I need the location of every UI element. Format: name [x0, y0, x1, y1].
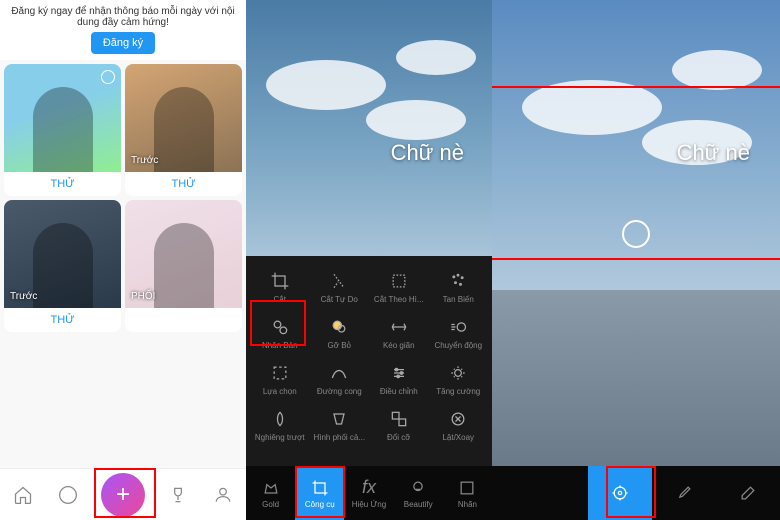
home-panel: Đăng ký ngay để nhận thông báo mỗi ngày …: [0, 0, 246, 520]
canvas-preview[interactable]: Chữ nè: [492, 0, 780, 466]
clone-cursor-icon[interactable]: [622, 220, 650, 248]
try-label: THỬ: [125, 172, 242, 196]
editor-panel: Chữ nè Cắt Cắt Tự Do Cắt Theo Hì... Tan …: [246, 0, 492, 520]
promo-text: Đăng ký ngay để nhận thông báo mỗi ngày …: [10, 6, 236, 28]
tab-bar: Gold Công cụ fxHiệu Ứng Beautify Nhãn: [246, 466, 492, 520]
template-card[interactable]: Trước THỬ: [4, 200, 121, 332]
tool-perspective[interactable]: Hình phối cả...: [310, 402, 370, 448]
tool-resize[interactable]: Đổi cỡ: [369, 402, 429, 448]
tool-curve[interactable]: Đường cong: [310, 356, 370, 402]
tool-remove[interactable]: Gỡ Bỏ: [310, 310, 370, 356]
promo-header: Đăng ký ngay để nhận thông báo mỗi ngày …: [0, 0, 246, 60]
tab-fx[interactable]: fxHiệu Ứng: [344, 466, 393, 520]
tool-crop[interactable]: Cắt: [250, 264, 310, 310]
template-card[interactable]: THỬ: [4, 64, 121, 196]
guide-line: [492, 86, 780, 88]
brush-button[interactable]: [652, 466, 716, 520]
tool-stretch[interactable]: Kéo giãn: [369, 310, 429, 356]
template-card[interactable]: PHỐI .: [125, 200, 242, 332]
profile-icon[interactable]: [211, 483, 235, 507]
tool-clone[interactable]: Nhân Bản: [250, 310, 310, 356]
tab-tools[interactable]: Công cụ: [295, 466, 344, 520]
clone-toolbar: [492, 466, 780, 520]
refresh-icon: [101, 70, 115, 84]
explore-icon[interactable]: [56, 483, 80, 507]
template-grid: THỬ Trước THỬ Trước THỬ PHỐI .: [0, 60, 246, 340]
mix-badge: PHỐI: [131, 291, 155, 302]
before-badge: Trước: [131, 155, 158, 166]
tool-freecrop[interactable]: Cắt Tự Do: [310, 264, 370, 310]
template-card[interactable]: Trước THỬ: [125, 64, 242, 196]
tool-motion[interactable]: Chuyển động: [429, 310, 489, 356]
tab-gold[interactable]: Gold: [246, 466, 295, 520]
tool-flip[interactable]: Lật/Xoay: [429, 402, 489, 448]
bottom-nav: +: [0, 468, 246, 520]
canvas-preview[interactable]: Chữ nè: [246, 0, 492, 256]
guide-line: [492, 258, 780, 260]
trophy-icon[interactable]: [166, 483, 190, 507]
register-button[interactable]: Đăng ký: [91, 32, 155, 54]
tool-shapecrop[interactable]: Cắt Theo Hì...: [369, 264, 429, 310]
eraser-button[interactable]: [716, 466, 780, 520]
tool-tilt[interactable]: Nghiêng trượt: [250, 402, 310, 448]
tool-select[interactable]: Lựa chọn: [250, 356, 310, 402]
before-badge: Trước: [10, 291, 37, 302]
clone-panel: Chữ nè: [492, 0, 780, 520]
tab-sticker[interactable]: Nhãn: [443, 466, 492, 520]
try-label: THỬ: [4, 172, 121, 196]
text-overlay[interactable]: Chữ nè: [391, 140, 464, 166]
clone-target-button[interactable]: [588, 466, 652, 520]
tab-beautify[interactable]: Beautify: [394, 466, 443, 520]
tools-grid: Cắt Cắt Tự Do Cắt Theo Hì... Tan Biến Nh…: [246, 256, 492, 456]
text-overlay[interactable]: Chữ nè: [677, 140, 750, 166]
add-button[interactable]: +: [101, 473, 145, 517]
tool-adjust[interactable]: Điều chỉnh: [369, 356, 429, 402]
try-label: THỬ: [4, 308, 121, 332]
tool-disperse[interactable]: Tan Biến: [429, 264, 489, 310]
home-icon[interactable]: [11, 483, 35, 507]
tool-enhance[interactable]: Tăng cường: [429, 356, 489, 402]
